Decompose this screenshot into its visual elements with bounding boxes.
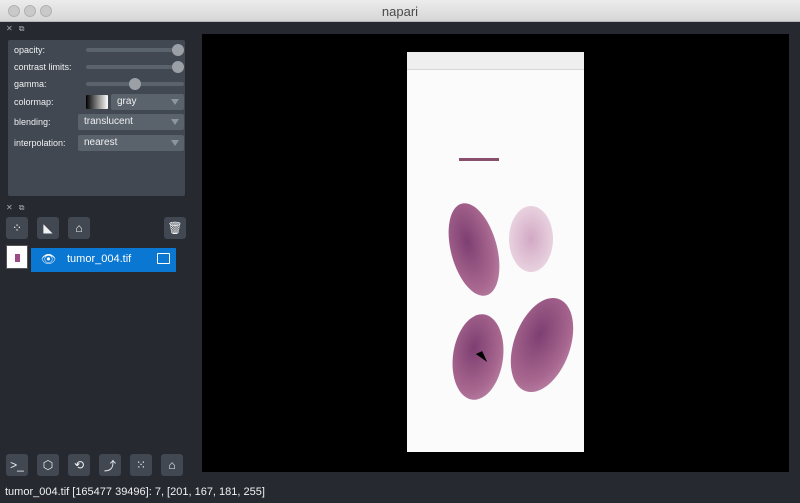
viewer-buttons: >_ ⬡ ⟲ ⤴ ⁙ ⌂: [6, 454, 188, 478]
layer-list-dock-header: ✕ ⧉: [6, 203, 186, 215]
home-icon: ⌂: [168, 458, 176, 472]
roll-icon: ⟲: [73, 458, 85, 472]
blending-row: blending: translucent: [14, 114, 184, 130]
title-bar: napari: [0, 0, 800, 22]
tissue-section: [498, 289, 586, 401]
opacity-label: opacity:: [14, 45, 46, 55]
colormap-row: colormap: gray: [14, 94, 184, 110]
colormap-value: gray: [117, 96, 137, 107]
dock-close-icon[interactable]: ✕: [6, 203, 13, 212]
chevron-down-icon: [171, 140, 179, 146]
console-button[interactable]: >_: [6, 454, 28, 476]
viewer-canvas[interactable]: [202, 34, 789, 472]
new-labels-layer-button[interactable]: ⌂: [68, 217, 90, 239]
ndisplay-button[interactable]: ⬡: [37, 454, 59, 476]
layer-controls-dock-header: ✕ ⧉: [6, 24, 186, 36]
slide-label-area: [407, 52, 584, 70]
roll-button[interactable]: ⟲: [68, 454, 90, 476]
new-shapes-layer-button[interactable]: ◣: [37, 217, 59, 239]
new-points-layer-button[interactable]: ⁘: [6, 217, 28, 239]
slide-image: [407, 52, 586, 452]
dock-close-icon[interactable]: ✕: [6, 24, 13, 33]
layer-name[interactable]: tumor_004.tif: [67, 253, 131, 265]
blending-value: translucent: [84, 116, 133, 127]
dock-float-icon[interactable]: ⧉: [19, 203, 25, 212]
dock-float-icon[interactable]: ⧉: [19, 24, 25, 33]
window-title: napari: [381, 4, 419, 19]
colormap-dropdown[interactable]: gray: [111, 94, 184, 110]
interpolation-label: interpolation:: [14, 138, 66, 148]
blending-dropdown[interactable]: translucent: [78, 114, 184, 130]
opacity-slider[interactable]: [86, 44, 184, 56]
delete-icon: 🗑: [167, 221, 183, 235]
transpose-icon: ⤴: [103, 458, 116, 473]
chevron-down-icon: [171, 99, 179, 105]
shapes-icon: ◣: [43, 221, 53, 235]
contrast-limits-slider[interactable]: [86, 61, 184, 73]
layer-item-tumor[interactable]: 👁 tumor_004.tif: [31, 248, 176, 272]
status-bar: tumor_004.tif [165477 39496]: 7, [201, 1…: [0, 480, 800, 503]
layer-list: 👁 tumor_004.tif: [6, 242, 188, 272]
contrast-row: contrast limits:: [14, 59, 184, 75]
contrast-limits-label: contrast limits:: [14, 62, 72, 72]
image-layer-icon: [157, 253, 170, 264]
contrast-limits-handle[interactable]: [172, 61, 184, 73]
gamma-slider[interactable]: [86, 78, 184, 90]
interpolation-value: nearest: [84, 137, 118, 148]
status-text: tumor_004.tif [165477 39496]: 7, [201, 1…: [5, 486, 265, 498]
grid-icon: ⁙: [135, 458, 147, 472]
colormap-preview: [86, 95, 108, 109]
interpolation-row: interpolation: nearest: [14, 135, 184, 151]
layer-controls-panel: opacity: contrast limits: gamma: colorma…: [8, 40, 185, 196]
transpose-button[interactable]: ⤴: [99, 454, 121, 476]
blending-label: blending:: [14, 117, 51, 127]
opacity-slider-handle[interactable]: [172, 44, 184, 56]
left-panel: ✕ ⧉ opacity: contrast limits: gamma: colo…: [0, 22, 194, 480]
home-button[interactable]: ⌂: [161, 454, 183, 476]
gamma-label: gamma:: [14, 79, 47, 89]
console-icon: >_: [10, 458, 24, 472]
layer-thumbnail: [6, 245, 28, 269]
tissue-section: [439, 197, 509, 302]
gamma-slider-handle[interactable]: [129, 78, 141, 90]
labels-icon: ⌂: [75, 221, 83, 235]
gamma-row: gamma:: [14, 76, 184, 92]
opacity-row: opacity:: [14, 42, 184, 58]
interpolation-dropdown[interactable]: nearest: [78, 135, 184, 151]
colormap-label: colormap:: [14, 97, 54, 107]
tissue-section: [509, 206, 553, 272]
3d-icon: ⬡: [42, 458, 54, 472]
delete-layer-button[interactable]: 🗑: [164, 217, 186, 239]
slide-mark: [459, 158, 499, 161]
chevron-down-icon: [171, 119, 179, 125]
points-icon: ⁘: [11, 221, 23, 235]
grid-button[interactable]: ⁙: [130, 454, 152, 476]
eye-icon[interactable]: 👁: [41, 252, 56, 266]
